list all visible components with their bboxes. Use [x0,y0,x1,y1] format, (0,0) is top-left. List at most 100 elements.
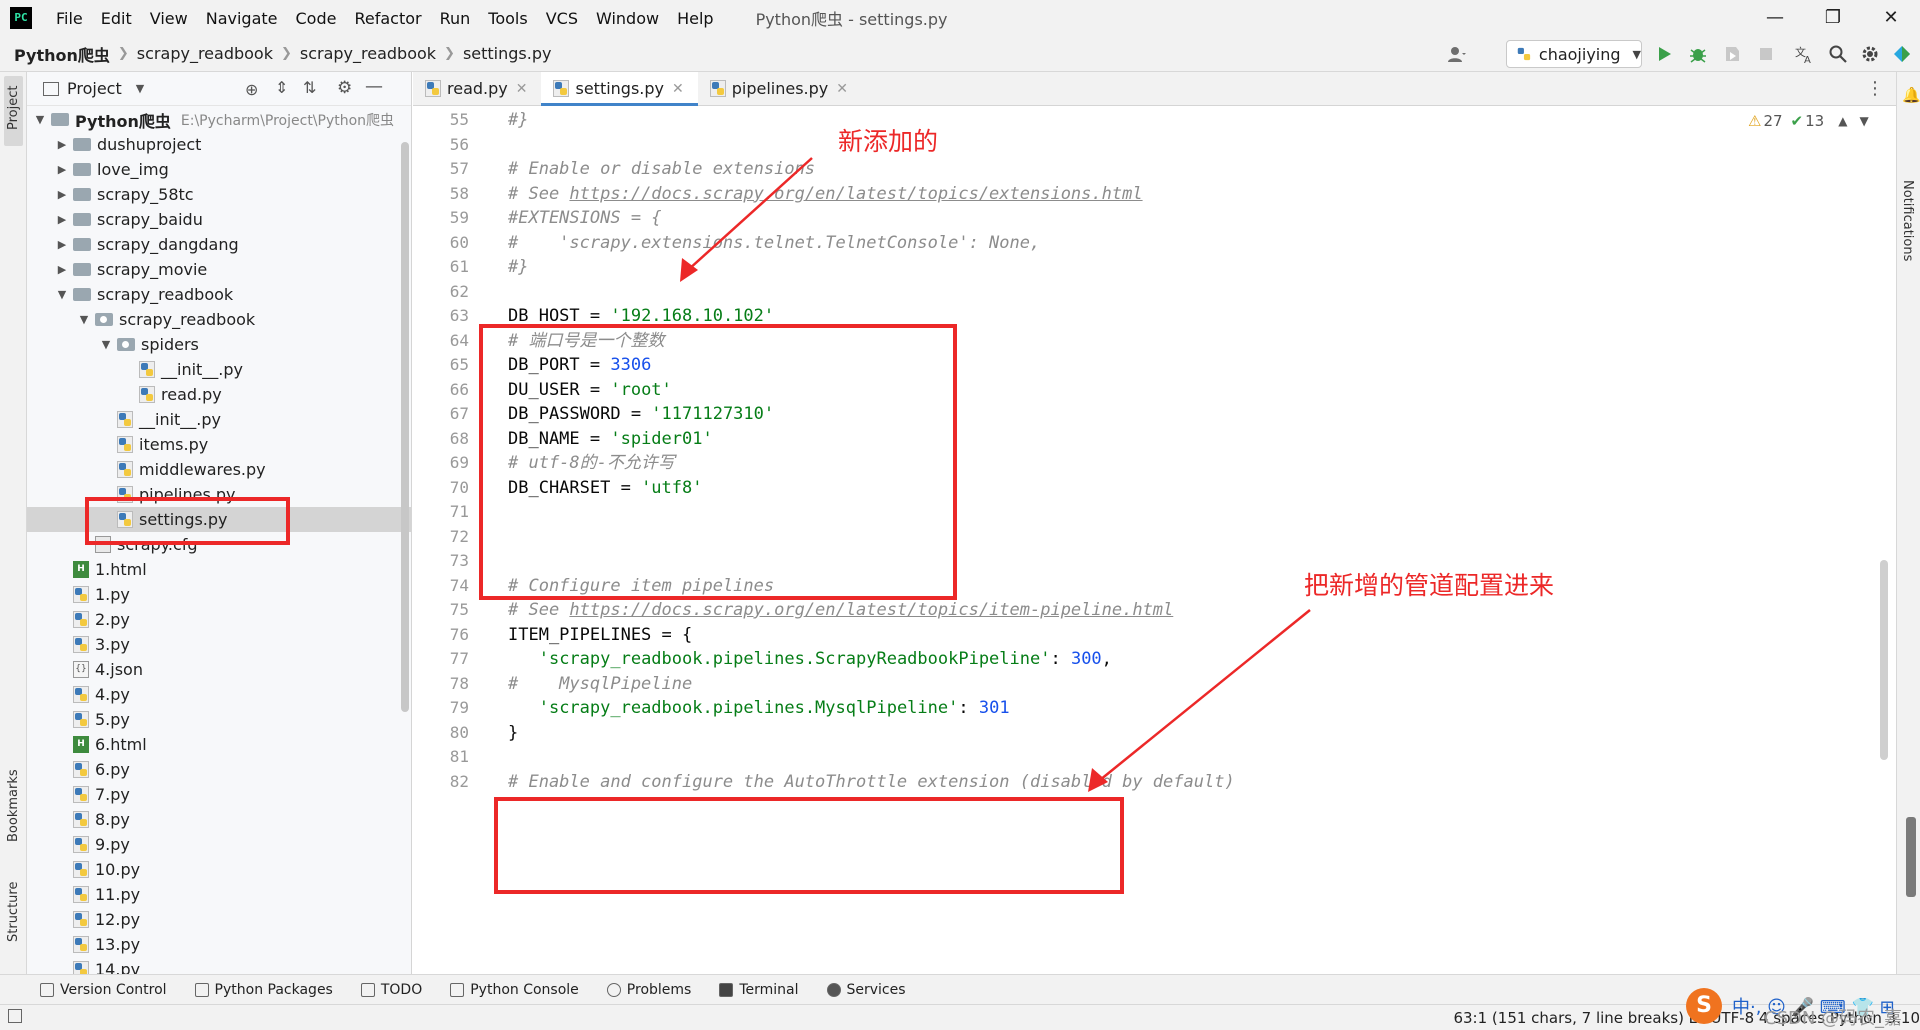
tree-item[interactable]: 2.py [27,607,411,632]
chevron-down-icon[interactable]: ▼ [55,288,69,301]
tab-pipelines-py[interactable]: pipelines.py ✕ [698,72,862,105]
chevron-right-icon[interactable]: ▶ [55,213,69,226]
menu-view[interactable]: View [150,9,188,28]
terminal-tool[interactable]: Terminal [719,982,799,998]
toggle-tool-windows-icon[interactable] [8,1009,22,1023]
tree-item[interactable]: 7.py [27,782,411,807]
chevron-down-icon[interactable]: ▼ [77,313,91,326]
menu-help[interactable]: Help [677,9,713,28]
close-window-icon[interactable]: ✕ [1862,0,1920,36]
code-line[interactable]: #} [508,108,528,133]
jetbrains-toolbox-icon[interactable] [1892,44,1912,64]
todo-tool[interactable]: TODO [360,982,422,998]
menu-window[interactable]: Window [596,9,659,28]
code-line[interactable]: # See https://docs.scrapy.org/en/latest/… [508,598,1173,623]
close-icon[interactable]: ✕ [836,81,848,97]
close-icon[interactable]: ✕ [516,81,528,97]
code-line[interactable]: 'scrapy_readbook.pipelines.MysqlPipeline… [508,696,1010,721]
chevron-right-icon[interactable]: ▶ [55,188,69,201]
code-line[interactable]: #} [508,255,528,280]
breadcrumb-project[interactable]: Python爬虫 [14,42,110,66]
tree-item[interactable]: ▶ scrapy_dangdang [27,232,411,257]
python-console-tool[interactable]: Python Console [450,982,579,998]
tree-item[interactable]: ▼ scrapy_readbook [27,282,411,307]
tree-item[interactable]: 10.py [27,857,411,882]
menu-tools[interactable]: Tools [488,9,527,28]
bookmarks-tool-label[interactable]: Bookmarks [6,769,21,842]
search-icon[interactable] [1828,44,1848,64]
menu-edit[interactable]: Edit [101,9,132,28]
chevron-down-icon[interactable]: ▼ [99,338,113,351]
menu-vcs[interactable]: VCS [546,9,578,28]
tree-item[interactable]: ▶ scrapy_58tc [27,182,411,207]
inspection-widget[interactable]: ⚠ 27 ✔ 13 ▲ ▼ [1748,112,1869,130]
code-line[interactable]: # See https://docs.scrapy.org/en/latest/… [508,182,1143,207]
run-icon[interactable] [1654,44,1674,64]
settings-gear-icon[interactable] [1860,44,1880,64]
tree-item[interactable]: 1.py [27,582,411,607]
services-tool[interactable]: Services [826,982,906,998]
tree-item[interactable]: 14.py [27,957,411,974]
tree-item[interactable]: 9.py [27,832,411,857]
tab-settings-py[interactable]: settings.py ✕ [541,72,698,106]
tree-item[interactable]: ▶ love_img [27,157,411,182]
debug-icon[interactable] [1688,44,1708,64]
sogou-ime-icon[interactable]: S [1686,988,1722,1024]
version-control-tool[interactable]: Version Control [40,982,167,998]
tree-item[interactable]: ▶ dushuproject [27,132,411,157]
stop-icon[interactable] [1756,44,1776,64]
chevron-right-icon[interactable]: ▶ [55,163,69,176]
tree-item[interactable]: __init__.py [27,407,411,432]
menu-file[interactable]: File [56,9,83,28]
code-line[interactable]: ITEM_PIPELINES = { [508,623,692,648]
chevron-down-icon[interactable]: ▼ [33,113,47,126]
breadcrumb-package[interactable]: scrapy_readbook [300,44,436,63]
tree-item[interactable]: read.py [27,382,411,407]
project-tool-label[interactable]: Project [6,86,21,130]
tree-item[interactable]: ▼ scrapy_readbook [27,307,411,332]
translate-icon[interactable]: 文A [1794,44,1814,64]
tree-item[interactable]: 4.py [27,682,411,707]
editor-scrollbar[interactable] [1880,560,1888,760]
code-line[interactable]: 'scrapy_readbook.pipelines.ScrapyReadboo… [508,647,1112,672]
expand-all-icon[interactable]: ⇕ [275,78,288,97]
tree-item[interactable]: 8.py [27,807,411,832]
tree-item[interactable]: 12.py [27,907,411,932]
notifications-bell-icon[interactable]: 🔔 [1902,86,1920,104]
breadcrumb-file[interactable]: settings.py [463,44,552,63]
collapse-all-icon[interactable]: ⇅ [303,78,316,97]
tree-item[interactable]: {} 4.json [27,657,411,682]
problems-tool[interactable]: Problems [606,982,691,998]
tree-item[interactable]: ▶ scrapy_movie [27,257,411,282]
chevron-right-icon[interactable]: ▶ [55,238,69,251]
tree-item[interactable]: 5.py [27,707,411,732]
coverage-icon[interactable] [1722,44,1742,64]
tree-item[interactable]: H 1.html [27,557,411,582]
chevron-down-icon[interactable]: ▼ [136,82,144,95]
tree-item[interactable]: ▼ spiders [27,332,411,357]
tree-item[interactable]: 13.py [27,932,411,957]
maximize-icon[interactable]: ❐ [1804,0,1862,36]
menu-navigate[interactable]: Navigate [206,9,278,28]
breadcrumb-folder[interactable]: scrapy_readbook [137,44,273,63]
tree-root[interactable]: ▼ Python爬虫 E:\Pycharm\Project\Python爬虫 [27,107,411,132]
close-icon[interactable]: ✕ [672,81,684,97]
menu-code[interactable]: Code [296,9,337,28]
structure-tool-label[interactable]: Structure [6,882,21,942]
more-tabs-icon[interactable]: ⋮ [1866,78,1884,99]
chevron-right-icon[interactable]: ▶ [55,138,69,151]
code-line[interactable]: # MysqlPipeline [508,672,692,697]
code-line[interactable]: # 'scrapy.extensions.telnet.TelnetConsol… [508,231,1040,256]
tab-read-py[interactable]: read.py ✕ [413,72,541,105]
code-line[interactable]: #EXTENSIONS = { [508,206,662,231]
menu-refactor[interactable]: Refactor [354,9,421,28]
tree-item[interactable]: middlewares.py [27,457,411,482]
tree-item[interactable]: 11.py [27,882,411,907]
project-scrollbar[interactable] [401,142,409,712]
minimize-icon[interactable]: — [1746,0,1804,36]
chevron-down-icon[interactable]: ▼ [1859,114,1868,128]
code-line[interactable]: # Enable or disable extensions [508,157,815,182]
code-line[interactable]: # Enable and configure the AutoThrottle … [508,770,1235,795]
notifications-tool-label[interactable]: Notifications [1900,180,1915,261]
tree-item[interactable]: ▶ scrapy_baidu [27,207,411,232]
